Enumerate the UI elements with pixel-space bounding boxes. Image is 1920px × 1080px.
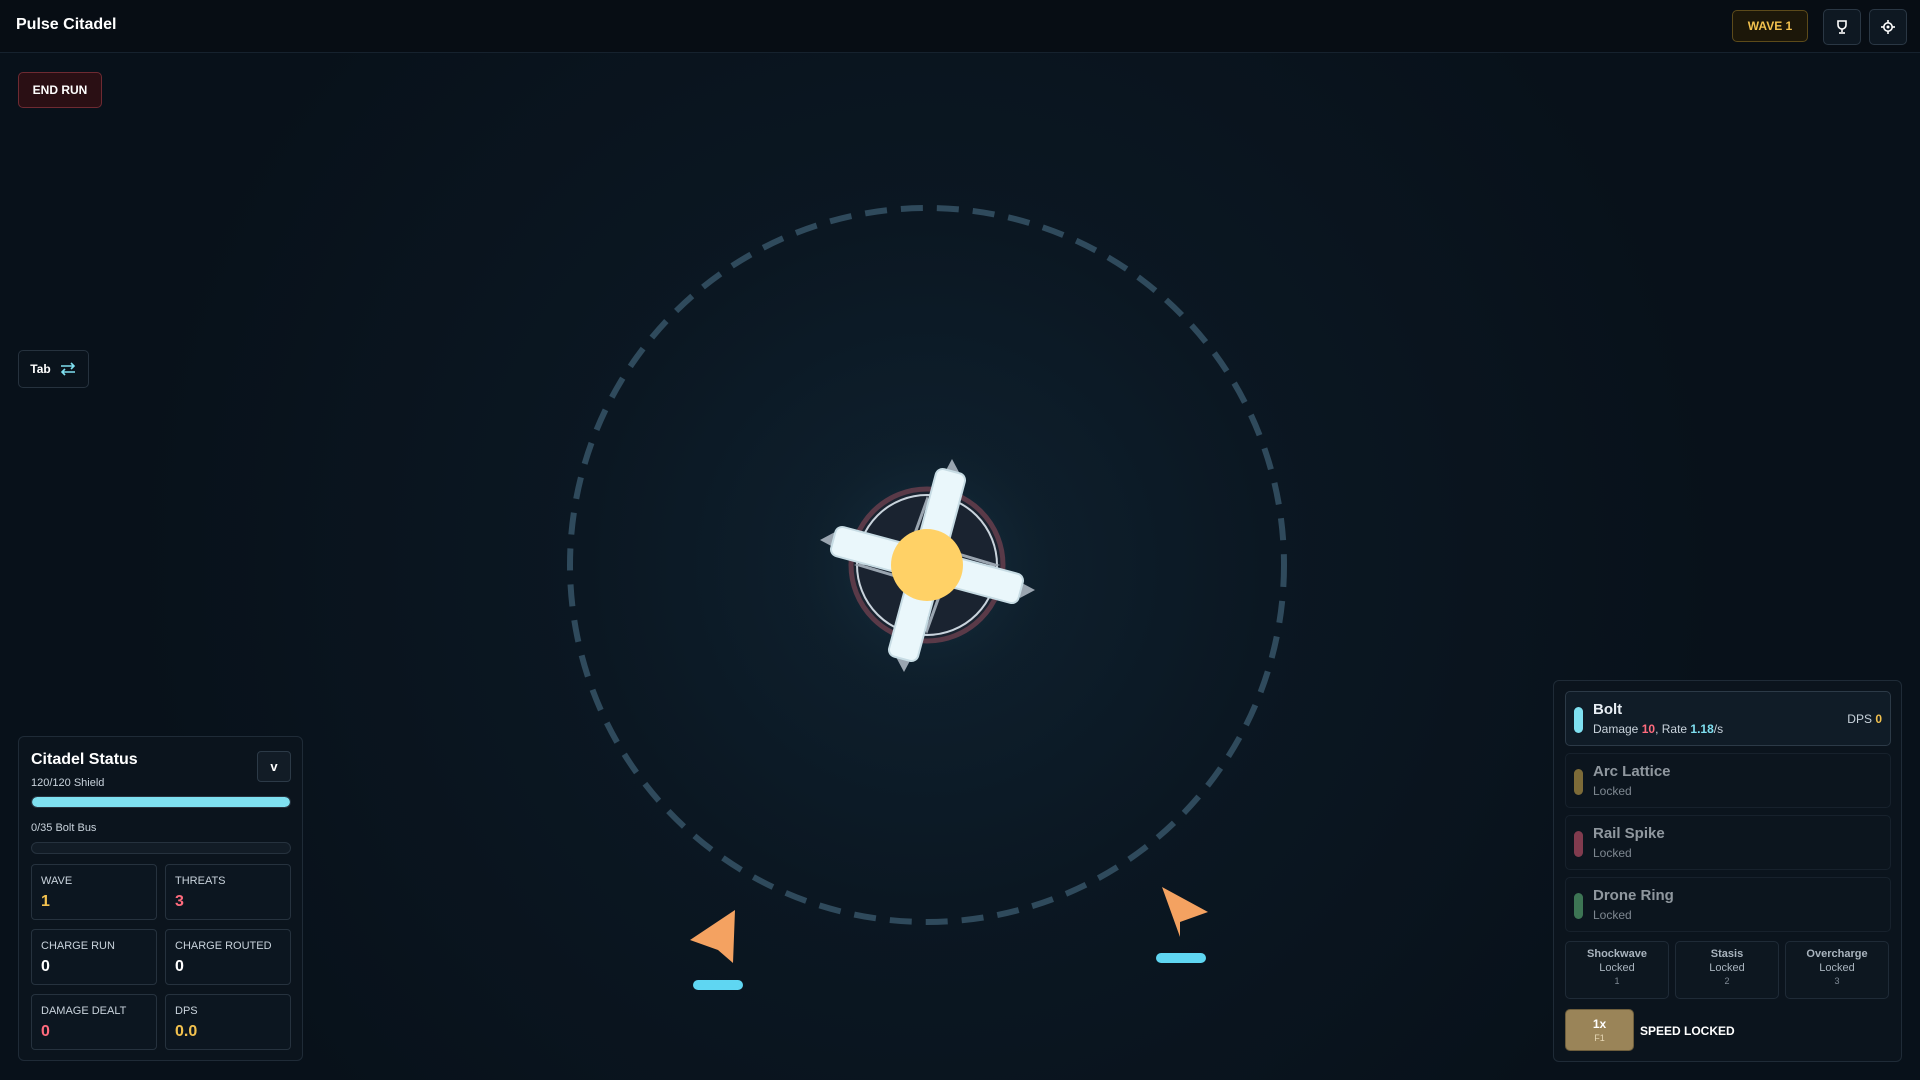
weapon-arc-lattice[interactable]: Arc Lattice Locked <box>1565 753 1891 808</box>
stat-charge-run: CHARGE RUN 0 <box>31 929 157 985</box>
stat-charge-routed: CHARGE ROUTED 0 <box>165 929 291 985</box>
speed-button[interactable]: 1x F1 <box>1565 1009 1634 1051</box>
stat-value: 1 <box>41 893 50 910</box>
damage-label: Damage <box>1593 722 1639 736</box>
ability-hotkey: 2 <box>1724 976 1730 986</box>
weapon-status: Locked <box>1593 846 1632 860</box>
weapon-color-pill <box>1574 707 1583 733</box>
rate-unit: /s <box>1713 722 1724 736</box>
dps-label: DPS <box>1847 712 1872 726</box>
weapon-bolt[interactable]: Bolt Damage 10, Rate 1.18/s DPS 0 <box>1565 691 1891 746</box>
dps-value: 0 <box>1875 712 1882 726</box>
stat-wave: WAVE 1 <box>31 864 157 920</box>
weapon-name: Rail Spike <box>1593 825 1665 842</box>
weapon-color-pill <box>1574 893 1583 919</box>
top-bar: Pulse Citadel WAVE 1 <box>0 0 1920 53</box>
weapon-dps: DPS 0 <box>1847 712 1882 726</box>
weapon-panel: Bolt Damage 10, Rate 1.18/s DPS 0 Arc La… <box>1553 680 1902 1062</box>
stat-label: CHARGE RUN <box>41 940 115 952</box>
speed-value: 1x <box>1592 1017 1607 1031</box>
trophy-icon <box>1837 20 1847 34</box>
tab-toggle-button[interactable]: Tab <box>18 350 89 388</box>
stat-value: 0 <box>41 958 50 975</box>
shield-bar-fill <box>32 797 290 807</box>
enemy-drone <box>690 910 743 990</box>
weapon-name: Bolt <box>1593 701 1623 718</box>
weapon-color-pill <box>1574 831 1583 857</box>
weapon-color-pill <box>1574 769 1583 795</box>
bolt-bus-bar <box>31 842 291 854</box>
ability-shockwave[interactable]: Shockwave Locked 1 <box>1565 941 1669 999</box>
ability-name: Overcharge <box>1806 948 1868 960</box>
speed-hotkey: F1 <box>1594 1033 1605 1043</box>
stat-label: CHARGE ROUTED <box>175 940 272 952</box>
ability-hotkey: 3 <box>1834 976 1840 986</box>
citadel-core <box>891 529 963 601</box>
ability-overcharge[interactable]: Overcharge Locked 3 <box>1785 941 1889 999</box>
ability-stasis[interactable]: Stasis Locked 2 <box>1675 941 1779 999</box>
tab-label: Tab <box>30 362 51 376</box>
ability-name: Stasis <box>1710 948 1744 960</box>
stat-dps: DPS 0.0 <box>165 994 291 1050</box>
stat-value: 0 <box>175 958 184 975</box>
settings-button[interactable] <box>1869 9 1907 45</box>
shield-bar <box>31 796 291 808</box>
status-title: Citadel Status <box>31 751 138 768</box>
weapon-name: Arc Lattice <box>1593 763 1671 780</box>
collapse-button[interactable]: v <box>257 751 291 782</box>
shield-label: 120/120 Shield <box>31 777 105 789</box>
weapon-status: Locked <box>1593 784 1632 798</box>
ability-hotkey: 1 <box>1614 976 1620 986</box>
wave-badge: WAVE 1 <box>1732 10 1808 42</box>
stat-threats: THREATS 3 <box>165 864 291 920</box>
leaderboard-button[interactable] <box>1823 9 1861 45</box>
stat-value: 3 <box>175 893 184 910</box>
bolt-bus-label: 0/35 Bolt Bus <box>31 822 97 834</box>
citadel-status-panel: Citadel Status v 120/120 Shield 0/35 Bol… <box>18 736 303 1061</box>
swap-icon <box>60 362 75 376</box>
ability-status: Locked <box>1599 962 1635 974</box>
damage-value: 10 <box>1641 722 1656 736</box>
ability-status: Locked <box>1709 962 1745 974</box>
stat-label: DPS <box>175 1005 198 1017</box>
weapon-stats: Damage 10, Rate 1.18/s <box>1593 722 1723 736</box>
enemy-drone <box>1156 887 1208 963</box>
weapon-rail-spike[interactable]: Rail Spike Locked <box>1565 815 1891 870</box>
speed-status: SPEED LOCKED <box>1640 1024 1735 1038</box>
ability-name: Shockwave <box>1587 948 1647 960</box>
enemy-health-bar <box>1156 953 1206 963</box>
end-run-button[interactable]: END RUN <box>18 72 102 108</box>
stat-label: WAVE <box>41 875 73 887</box>
gear-icon <box>1881 20 1895 34</box>
stat-damage-dealt: DAMAGE DEALT 0 <box>31 994 157 1050</box>
weapon-drone-ring[interactable]: Drone Ring Locked <box>1565 877 1891 932</box>
stat-label: THREATS <box>175 875 226 887</box>
enemy-health-bar <box>693 980 743 990</box>
stat-value: 0.0 <box>175 1023 198 1040</box>
stat-label: DAMAGE DEALT <box>41 1005 127 1017</box>
ability-status: Locked <box>1819 962 1855 974</box>
weapon-name: Drone Ring <box>1593 887 1674 904</box>
app-title: Pulse Citadel <box>16 16 117 33</box>
weapon-status: Locked <box>1593 908 1632 922</box>
rate-value: 1.18 <box>1690 722 1714 736</box>
stat-value: 0 <box>41 1023 50 1040</box>
rate-label: , Rate <box>1655 722 1688 736</box>
